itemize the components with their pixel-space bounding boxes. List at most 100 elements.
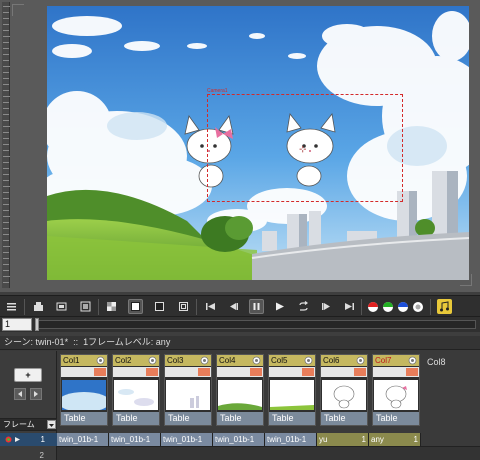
camstand-visible-icon[interactable] [408, 356, 417, 365]
column-header[interactable]: Col3 [165, 355, 211, 366]
red-channel-icon[interactable] [365, 299, 380, 314]
white-bg-icon[interactable] [128, 299, 143, 314]
column-header[interactable]: Col4 [217, 355, 263, 366]
xsheet-cell[interactable]: twin_01b-1 [161, 433, 213, 446]
camstand-visible-icon[interactable] [96, 356, 105, 365]
column-preview-toggle[interactable] [373, 367, 419, 377]
ruler-tick [3, 84, 9, 85]
scene-canvas[interactable]: Camera1 ⊹ [47, 6, 469, 280]
ruler-tick [3, 54, 9, 55]
row-header-1[interactable]: 1 [0, 433, 57, 446]
xsheet-column-6[interactable]: Col6 Table [320, 354, 368, 426]
alpha-channel-icon[interactable] [410, 299, 425, 314]
preview-toggle-icon[interactable] [54, 299, 69, 314]
cell-frame-number: 1 [361, 435, 366, 444]
camstand-visible-icon[interactable] [200, 356, 209, 365]
xsheet-left-panel: + フレーム 1 2 [0, 351, 57, 460]
onion-skin-icon[interactable] [5, 436, 12, 443]
column-preview-toggle[interactable] [165, 367, 211, 377]
next-frame-icon[interactable] [319, 299, 334, 314]
ruler-tick [3, 120, 9, 121]
vertical-ruler[interactable] [2, 2, 10, 288]
ruler-tick [3, 114, 9, 115]
ruler-tick [3, 192, 9, 193]
ruler-tick [3, 90, 9, 91]
sound-icon[interactable] [437, 299, 452, 314]
xsheet-cell[interactable]: twin_01b-1 [213, 433, 265, 446]
frame-navigator: 1 [0, 317, 480, 332]
column-preview-toggle[interactable] [321, 367, 367, 377]
menu-icon[interactable] [4, 299, 19, 314]
xsheet-cell[interactable]: twin_01b-1 [109, 433, 161, 446]
ruler-tick [3, 222, 9, 223]
ruler-tick [3, 198, 9, 199]
column-header[interactable]: Col1 [61, 355, 107, 366]
xsheet-cell[interactable]: any 1 [369, 433, 421, 446]
xsheet-cell[interactable]: twin_01b-1 [265, 433, 317, 446]
sub-camera-preview-icon[interactable] [78, 299, 93, 314]
frame-zoom-dropdown[interactable] [47, 420, 56, 429]
frame-slider-track[interactable] [36, 320, 476, 329]
green-channel-icon[interactable] [380, 299, 395, 314]
xsheet-column-1[interactable]: Col1 Table [60, 354, 108, 426]
column-color-filter[interactable] [146, 368, 158, 376]
column-thumbnail [114, 380, 158, 410]
frame-number-input[interactable]: 1 [2, 318, 32, 331]
camstand-visible-icon[interactable] [148, 356, 157, 365]
column-color-filter[interactable] [354, 368, 366, 376]
checkerboard-bg-icon[interactable] [104, 299, 119, 314]
column-color-filter[interactable] [250, 368, 262, 376]
ruler-tick [3, 36, 10, 37]
camstand-visible-icon[interactable] [304, 356, 313, 365]
xsheet-cell[interactable]: yu 1 [317, 433, 369, 446]
prev-column-button[interactable] [14, 388, 26, 400]
first-frame-icon[interactable] [203, 299, 218, 314]
pause-icon[interactable] [249, 299, 264, 314]
scene-viewer[interactable]: Camera1 ⊹ [0, 0, 480, 292]
column-name: Col3 [167, 356, 184, 365]
column-header[interactable]: Col2 [113, 355, 159, 366]
prev-frame-icon[interactable] [226, 299, 241, 314]
column-preview-toggle[interactable] [113, 367, 159, 377]
column-header[interactable]: Col5 [269, 355, 315, 366]
column-preview-toggle[interactable] [217, 367, 263, 377]
xsheet-column-7[interactable]: Col7 Table [372, 354, 420, 426]
column-thumbnail [166, 380, 210, 410]
ruler-tick [3, 42, 9, 43]
blue-channel-icon[interactable] [395, 299, 410, 314]
xsheet-column-2[interactable]: Col2 Table [112, 354, 160, 426]
last-frame-icon[interactable] [342, 299, 357, 314]
viewer-corner-top-left [12, 4, 24, 16]
column-preview-toggle[interactable] [269, 367, 315, 377]
ruler-tick [3, 270, 9, 271]
xsheet-row-2[interactable] [57, 446, 480, 460]
cell-level-name: any [371, 435, 384, 444]
safe-area-icon[interactable] [176, 299, 191, 314]
black-bg-icon[interactable] [152, 299, 167, 314]
column-color-filter[interactable] [94, 368, 106, 376]
camstand-visible-icon[interactable] [356, 356, 365, 365]
cell-level-name: twin_01b-1 [59, 435, 99, 444]
column-color-filter[interactable] [406, 368, 418, 376]
camstand-visible-icon[interactable] [252, 356, 261, 365]
xsheet-column-5[interactable]: Col5 Table [268, 354, 316, 426]
camera-stand-toggle-icon[interactable] [31, 299, 46, 314]
column-thumbnail [218, 380, 262, 410]
xsheet-cell[interactable]: twin_01b-1 [57, 433, 109, 446]
column-header[interactable]: Col7 [373, 355, 419, 366]
column-preview-toggle[interactable] [61, 367, 107, 377]
column-color-filter[interactable] [198, 368, 210, 376]
loop-icon[interactable] [296, 299, 311, 314]
column-type-label: Table [113, 412, 159, 425]
column-color-filter[interactable] [302, 368, 314, 376]
xsheet-column-4[interactable]: Col4 Table [216, 354, 264, 426]
column-header[interactable]: Col6 [321, 355, 367, 366]
ruler-tick [3, 72, 9, 73]
play-icon[interactable] [272, 299, 287, 314]
keyframe-marker-icon[interactable] [14, 436, 21, 443]
column-header-col8[interactable]: Col8 [427, 357, 446, 367]
frame-slider-handle[interactable] [35, 318, 39, 331]
new-level-button[interactable]: + [14, 368, 42, 382]
next-column-button[interactable] [30, 388, 42, 400]
xsheet-column-3[interactable]: Col3 Table [164, 354, 212, 426]
